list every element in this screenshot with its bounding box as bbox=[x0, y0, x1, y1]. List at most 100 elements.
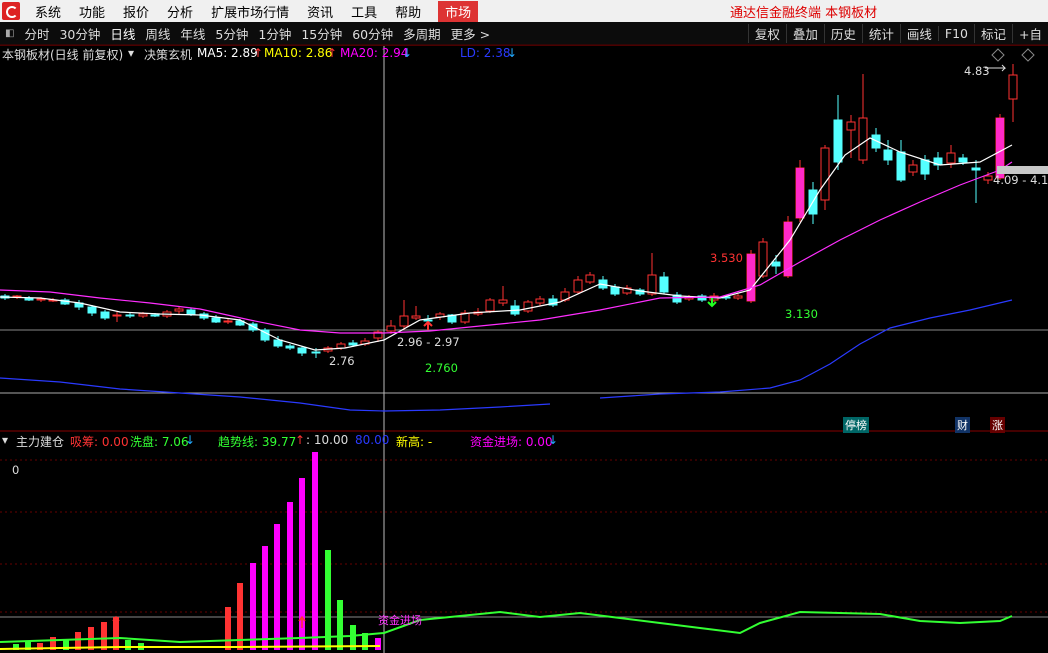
ref-10-value: : 10.00 bbox=[306, 433, 349, 447]
candle-body bbox=[411, 315, 421, 319]
candle-body bbox=[523, 301, 533, 312]
candle-body bbox=[336, 343, 346, 349]
xipan-down-arrow-icon: ↓ bbox=[185, 433, 196, 447]
sub-bar bbox=[274, 524, 280, 650]
candle-body bbox=[946, 152, 956, 164]
low-price-label: 2.76 bbox=[329, 354, 355, 368]
candle-body bbox=[87, 306, 97, 314]
candle-body bbox=[311, 351, 321, 354]
sub-indicator-name[interactable]: 主力建仓 bbox=[16, 433, 64, 450]
xichou-value: 吸筹: 0.00 bbox=[70, 435, 129, 449]
candle-body bbox=[223, 320, 233, 323]
sub-bar bbox=[250, 563, 256, 650]
fund-entry-value: 资金进场: 0.00 bbox=[470, 435, 553, 449]
sub-bar bbox=[125, 640, 131, 650]
rise-badge[interactable]: 涨 bbox=[990, 417, 1005, 433]
xipan-value: 洗盘: 7.06 bbox=[130, 435, 189, 449]
ld-value: LD: 2.38 bbox=[460, 46, 511, 60]
sub-bar bbox=[287, 502, 293, 650]
sub-bar bbox=[375, 638, 381, 650]
ref-80-value: 80.00 bbox=[355, 433, 390, 447]
ma20-down-arrow-icon: ↓ bbox=[402, 46, 413, 60]
support-label-2: 3.130 bbox=[785, 307, 818, 321]
candle-body bbox=[348, 342, 358, 346]
ma5-value: MA5: 2.89 bbox=[197, 46, 258, 60]
candle-body bbox=[273, 339, 283, 347]
candle-body bbox=[150, 314, 160, 317]
stop-badge[interactable]: 停榜 bbox=[843, 417, 869, 433]
candle-body bbox=[399, 315, 409, 327]
ma10-up-arrow-icon: ↑ bbox=[327, 46, 338, 60]
candle-body bbox=[186, 309, 196, 315]
candle-body bbox=[858, 117, 868, 161]
candle-body bbox=[983, 175, 993, 181]
candle-body bbox=[896, 151, 906, 181]
candle-body bbox=[733, 295, 743, 299]
candle-body bbox=[535, 298, 545, 304]
candle-body bbox=[498, 299, 508, 304]
volume-bars-group bbox=[0, 452, 1013, 650]
stock-title[interactable]: 本钢板材(日线 前复权) bbox=[2, 46, 123, 63]
candle-body bbox=[659, 276, 669, 293]
candle-body bbox=[297, 347, 307, 354]
candle-body bbox=[573, 279, 583, 293]
ma5-up-arrow-icon: ↑ bbox=[253, 46, 264, 60]
candle-body bbox=[485, 299, 495, 312]
sub-indicator-header: ▾ 主力建仓 吸筹: 0.00 洗盘: 7.06 ↓ 趋势线: 39.77 ↑ … bbox=[0, 433, 1048, 449]
candle-body bbox=[100, 311, 110, 319]
axis-zero-label: 0 bbox=[12, 463, 20, 477]
trend-up-arrow-icon: ↑ bbox=[295, 433, 306, 447]
candle-body bbox=[920, 159, 930, 175]
candle-body bbox=[971, 167, 981, 171]
ma-lines-group bbox=[0, 137, 1013, 412]
resistance-label: 3.530 bbox=[710, 251, 743, 265]
main-indicator-header: 本钢板材(日线 前复权) ▾ 决策玄机 MA5: 2.89 ↑ MA10: 2.… bbox=[0, 46, 1048, 62]
sub-bar bbox=[262, 546, 268, 650]
highlight-candle bbox=[747, 254, 755, 301]
trend-value: 趋势线: 39.77 bbox=[218, 435, 297, 449]
candle-body bbox=[112, 314, 122, 317]
candle-body bbox=[610, 286, 620, 295]
candle-body bbox=[833, 119, 843, 163]
candle-body bbox=[211, 317, 221, 323]
candle-body bbox=[138, 313, 148, 317]
ma5-line bbox=[0, 137, 1013, 351]
indicator-name[interactable]: 决策玄机 bbox=[144, 46, 192, 63]
candle-body bbox=[846, 121, 856, 131]
range-label-2: 4.09 - 4.14 bbox=[993, 173, 1048, 187]
ma20-value: MA20: 2.94 bbox=[340, 46, 409, 60]
finance-badge[interactable]: 财 bbox=[955, 417, 970, 433]
up-arrow-icon bbox=[423, 320, 433, 330]
sub-bar bbox=[337, 600, 343, 650]
candle-body bbox=[958, 157, 968, 163]
highlight-candle bbox=[796, 168, 804, 218]
candle-body bbox=[36, 298, 46, 301]
ma20-line bbox=[0, 161, 1013, 334]
candle-body bbox=[174, 308, 184, 312]
sub-bar bbox=[101, 622, 107, 650]
candle-body bbox=[908, 164, 918, 173]
sub-bar bbox=[225, 607, 231, 650]
base-line bbox=[0, 645, 381, 650]
candle-body bbox=[585, 274, 595, 283]
indicator-dropdown-icon[interactable]: ▾ bbox=[128, 46, 134, 60]
sub-dropdown-icon[interactable]: ▾ bbox=[2, 433, 8, 447]
candle-body bbox=[820, 147, 830, 201]
sub-bar bbox=[312, 452, 318, 650]
new-high-value: 新高: - bbox=[396, 435, 433, 449]
candle-body bbox=[1008, 74, 1018, 100]
candle-body bbox=[771, 261, 781, 267]
candle-body bbox=[125, 314, 135, 317]
high-price-label: 4.83 bbox=[964, 64, 990, 78]
ld-down-arrow-icon: ↓ bbox=[507, 46, 518, 60]
fund-entry-annotation: 资金进场 bbox=[378, 614, 422, 627]
candle-body bbox=[285, 345, 295, 349]
kline-chart[interactable] bbox=[0, 0, 1048, 653]
ld-line-1 bbox=[0, 377, 551, 412]
candle-body bbox=[647, 274, 657, 295]
fund-entry-down-arrow-icon: ↓ bbox=[548, 433, 559, 447]
sub-grid bbox=[0, 459, 1048, 613]
candle-body bbox=[386, 325, 396, 332]
candle-body bbox=[883, 149, 893, 161]
sub-bar bbox=[325, 550, 331, 650]
